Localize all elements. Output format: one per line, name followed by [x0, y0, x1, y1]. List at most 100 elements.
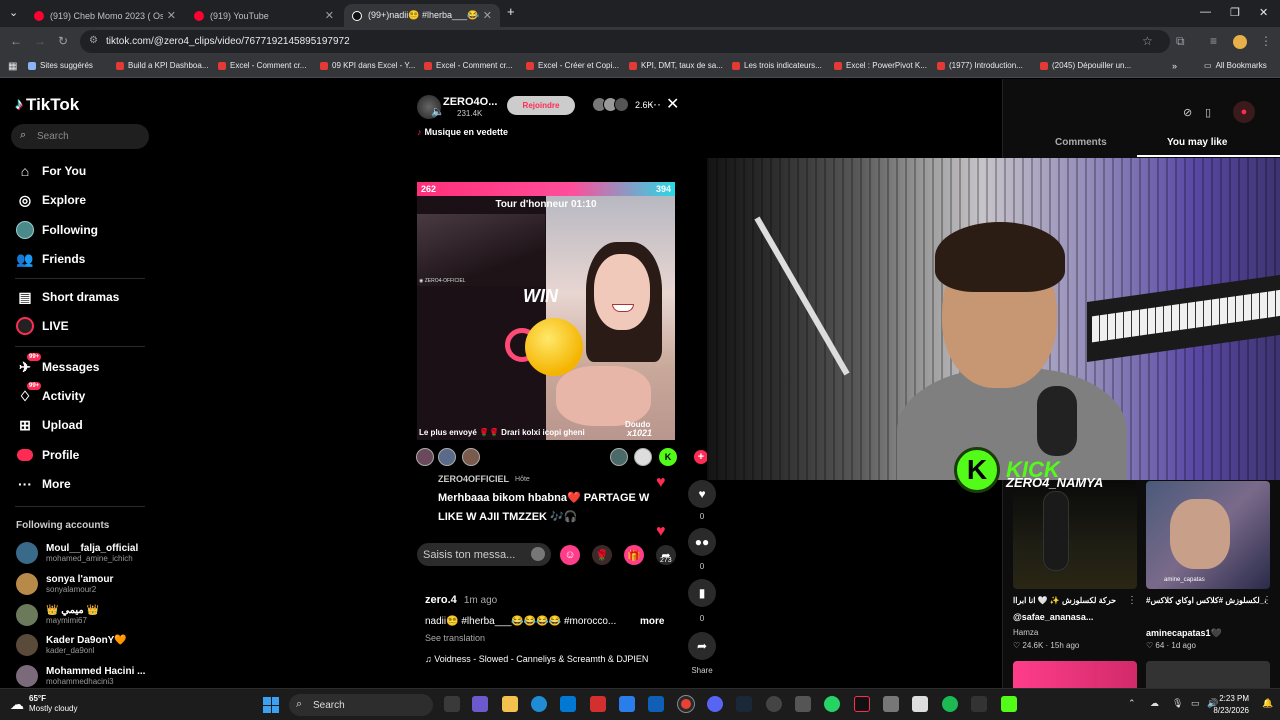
recommended-card-author[interactable]: @safae_ananasa... [1013, 612, 1093, 622]
tab-tiktok[interactable]: (99+)nadii😵‍💫 #lherba___😂😂 ✕ [344, 4, 500, 27]
following-account[interactable]: 👑 ميمي 👑 maymimi67 [16, 602, 99, 628]
recommended-card-author[interactable]: aminecapatas1🖤 [1146, 628, 1222, 639]
following-account[interactable]: Kader Da9onY🧡 kader_da9onl [16, 632, 127, 658]
copilot-icon[interactable] [472, 696, 488, 712]
sidebar-item-upload[interactable]: ⊞ Upload [15, 415, 83, 435]
bookmark-item[interactable]: (2045) Dépouiller un... [1040, 61, 1131, 70]
site-info-icon[interactable]: ⚙ [89, 35, 98, 46]
gifter-avatar[interactable] [416, 448, 434, 466]
discord-icon[interactable] [707, 696, 723, 712]
sidebar-item-profile[interactable]: Profile [15, 445, 79, 465]
tray-overflow-icon[interactable]: ⌃ [1128, 698, 1136, 709]
card-more-icon[interactable]: ⋮ [1262, 595, 1272, 606]
sidebar-item-activity[interactable]: ♢ 99+ Activity [15, 381, 85, 406]
app-icon[interactable] [883, 696, 899, 712]
see-translation-link[interactable]: See translation [425, 633, 485, 643]
tab-search-icon[interactable]: ⌄ [9, 6, 18, 19]
app-icon[interactable] [971, 696, 987, 712]
join-button[interactable]: Rejoindre [507, 96, 575, 115]
tab-cheb-momo[interactable]: (919) Cheb Momo 2023 ( Ostora ✕ [26, 4, 184, 27]
caption-more-link[interactable]: more [640, 616, 664, 627]
post-author[interactable]: zero.4 1m ago [425, 594, 497, 606]
tab-you-may-like[interactable]: You may like [1167, 137, 1227, 148]
all-bookmarks[interactable]: ▭ All Bookmarks [1204, 61, 1267, 70]
recommended-card-title[interactable]: حركة لكسلوزش ✨ 🤍 انا ابراا [1013, 596, 1133, 605]
steam-icon[interactable] [736, 696, 752, 712]
url-input[interactable]: ⚙ tiktok.com/@zero4_clips/video/76771921… [80, 30, 1170, 53]
bookmark-star-icon[interactable]: ☆ [1142, 34, 1153, 48]
sidebar-item-friends[interactable]: 👥 Friends [15, 249, 85, 269]
close-tab-icon[interactable]: ✕ [325, 9, 334, 22]
following-account[interactable]: sonya l'amour sonyalamour2 [16, 571, 113, 597]
post-song[interactable]: ♫ Voidness - Slowed - Canneliys & Scream… [425, 654, 667, 664]
weather-widget[interactable]: ☁ 65°F Mostly cloudy [10, 694, 77, 714]
sidebar-item-explore[interactable]: ◎ Explore [15, 190, 86, 210]
chat-message-input[interactable]: Saisis ton messa... [417, 543, 551, 566]
recommended-card-title[interactable]: #حركة_لكسلوزش #كلاكس اوكاي كلاكس [1146, 596, 1266, 605]
bookmark-item[interactable]: Build a KPI Dashboa... [116, 61, 209, 70]
recommended-card-thumb[interactable] [1013, 661, 1137, 688]
clock[interactable]: 2:23 PM 8/23/2026 [1203, 693, 1249, 717]
app-icon[interactable] [619, 696, 635, 712]
bookmark-item[interactable]: Excel : PowerPivot K... [834, 61, 927, 70]
recommended-card-thumb[interactable] [1013, 481, 1137, 589]
emoji-icon[interactable] [531, 547, 545, 561]
task-view-icon[interactable] [444, 696, 460, 712]
close-live-icon[interactable]: ✕ [666, 94, 679, 114]
bookmarks-overflow-icon[interactable]: » [1172, 61, 1177, 71]
restore-icon[interactable]: ❐ [1230, 6, 1240, 19]
recommended-card-thumb[interactable]: amine_capatas [1146, 481, 1270, 589]
tab-comments[interactable]: Comments [1055, 137, 1107, 148]
rose-gift-button[interactable]: 🌹 [592, 545, 612, 565]
menu-icon[interactable]: ⋮ [1260, 34, 1272, 48]
media-icon[interactable]: ≡ [1210, 34, 1217, 48]
following-account[interactable]: Mohammed Hacini ... mohammedhacini3 [16, 663, 145, 689]
like-button[interactable]: ♥ [688, 480, 716, 508]
bookmark-item[interactable]: Sites suggérés [28, 61, 93, 70]
profile-avatar[interactable] [1233, 35, 1247, 49]
save-button[interactable]: ▮ [688, 579, 716, 607]
search-input[interactable]: ⌕ Search [11, 124, 149, 149]
gift-box-button[interactable]: 🎁 [624, 545, 644, 565]
extensions-icon[interactable]: ⧉ [1176, 34, 1185, 49]
close-tab-icon[interactable]: ✕ [167, 9, 176, 22]
gifter-avatar[interactable] [610, 448, 628, 466]
close-tab-icon[interactable]: ✕ [483, 9, 492, 22]
minimize-icon[interactable]: — [1200, 6, 1211, 18]
spotify-icon[interactable] [942, 696, 958, 712]
windows-start-icon[interactable] [263, 697, 279, 713]
whatsapp-icon[interactable] [824, 696, 840, 712]
tiktok-logo[interactable]: ♪ TikTok [15, 95, 79, 115]
calculator-icon[interactable] [795, 696, 811, 712]
bookmark-item[interactable]: Excel - Comment cr... [218, 61, 306, 70]
openai-icon[interactable] [766, 696, 782, 712]
viewer-count[interactable]: 2.6K [592, 97, 654, 112]
store-icon[interactable] [560, 696, 576, 712]
gifter-avatar[interactable] [438, 448, 456, 466]
host-name[interactable]: ZERO4O... [443, 96, 497, 108]
outlook-icon[interactable] [648, 696, 664, 712]
bookmark-item[interactable]: KPI, DMT, taux de sa... [629, 61, 723, 70]
more-options-icon[interactable]: ··· [649, 97, 661, 111]
capcut-icon[interactable] [912, 696, 928, 712]
mic-icon[interactable]: 🎙 [1172, 698, 1183, 709]
back-icon[interactable]: ← [10, 34, 22, 48]
bookmark-item[interactable]: (1977) Introduction... [937, 61, 1023, 70]
follow-plus-button[interactable]: + [694, 450, 708, 464]
reload-icon[interactable]: ↻ [58, 34, 68, 48]
card-more-icon[interactable]: ⋮ [1127, 595, 1137, 606]
bookmark-item[interactable]: Les trois indicateurs... [732, 61, 822, 70]
forward-icon[interactable]: → [34, 34, 46, 48]
close-window-icon[interactable]: ✕ [1259, 6, 1268, 19]
bookmark-item[interactable]: Excel - Créer et Copi... [526, 61, 619, 70]
recommended-card-thumb[interactable] [1146, 661, 1270, 688]
new-tab-button[interactable]: + [507, 4, 515, 19]
onedrive-icon[interactable]: ☁ [1150, 698, 1159, 709]
tiktok-icon[interactable] [854, 696, 870, 712]
phone-icon[interactable]: ▯ [1205, 106, 1211, 119]
profile-gift-button[interactable]: ☺ [560, 545, 580, 565]
network-icon[interactable]: ▭ [1191, 698, 1200, 709]
account-avatar-icon[interactable]: ● [1233, 101, 1255, 123]
gifter-avatar[interactable] [634, 448, 652, 466]
sidebar-item-following[interactable]: Following [15, 220, 98, 240]
